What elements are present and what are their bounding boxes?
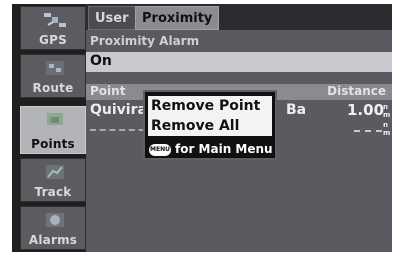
proximity-alarm-value: On <box>90 53 112 69</box>
tab-user[interactable]: User <box>88 6 136 30</box>
proximity-alarm-value-field[interactable]: On <box>86 52 392 72</box>
table-row-point-name[interactable]: Quivira <box>90 102 147 118</box>
proximity-alarm-label: Proximity Alarm <box>90 34 200 48</box>
remove-point-menu-item[interactable]: Remove Point <box>148 96 272 116</box>
points-icon <box>47 113 63 125</box>
sidebar-item-gps[interactable]: GPS <box>20 6 86 50</box>
sidebar-item-label: Points <box>31 137 75 151</box>
distance-unit-bottom: m <box>383 129 391 137</box>
sidebar-item-points[interactable]: Points <box>20 106 86 154</box>
satellite-icon <box>44 13 66 27</box>
device-screen: GPS Route Points Track Alarms User Proxi… <box>0 0 398 257</box>
column-point-header: Point <box>90 84 126 98</box>
options-popup-menu: Remove Point Remove All MENU for Main Men… <box>143 90 277 160</box>
tab-proximity[interactable]: Proximity <box>135 6 220 30</box>
sidebar-item-label: GPS <box>39 33 67 47</box>
sidebar-item-label: Track <box>34 185 72 199</box>
alarm-icon <box>46 213 64 227</box>
sidebar-item-route[interactable]: Route <box>20 54 86 98</box>
column-distance-header: Distance <box>327 84 386 98</box>
menu-button-icon: MENU <box>149 143 171 156</box>
empty-distance-placeholder <box>354 130 382 132</box>
main-menu-hint-text: for Main Menu <box>175 142 273 156</box>
main-menu-hint: MENU for Main Menu <box>149 140 275 158</box>
table-row-distance-value: 1.00 <box>347 101 385 119</box>
distance-unit-top: n <box>383 103 388 111</box>
sidebar-item-label: Alarms <box>28 233 78 247</box>
sidebar-item-label: Route <box>32 81 74 95</box>
distance-unit-top: n <box>383 121 388 129</box>
tab-bar: User Proximity <box>86 4 392 30</box>
track-icon <box>46 165 64 179</box>
sidebar-item-alarms[interactable]: Alarms <box>20 206 86 250</box>
distance-unit-bottom: m <box>383 111 391 119</box>
sidebar-item-track[interactable]: Track <box>20 158 86 202</box>
remove-all-menu-item[interactable]: Remove All <box>148 116 272 136</box>
table-row-point-tail: Ba <box>286 102 307 118</box>
route-icon <box>46 61 64 75</box>
sidebar: GPS Route Points Track Alarms <box>12 4 86 252</box>
